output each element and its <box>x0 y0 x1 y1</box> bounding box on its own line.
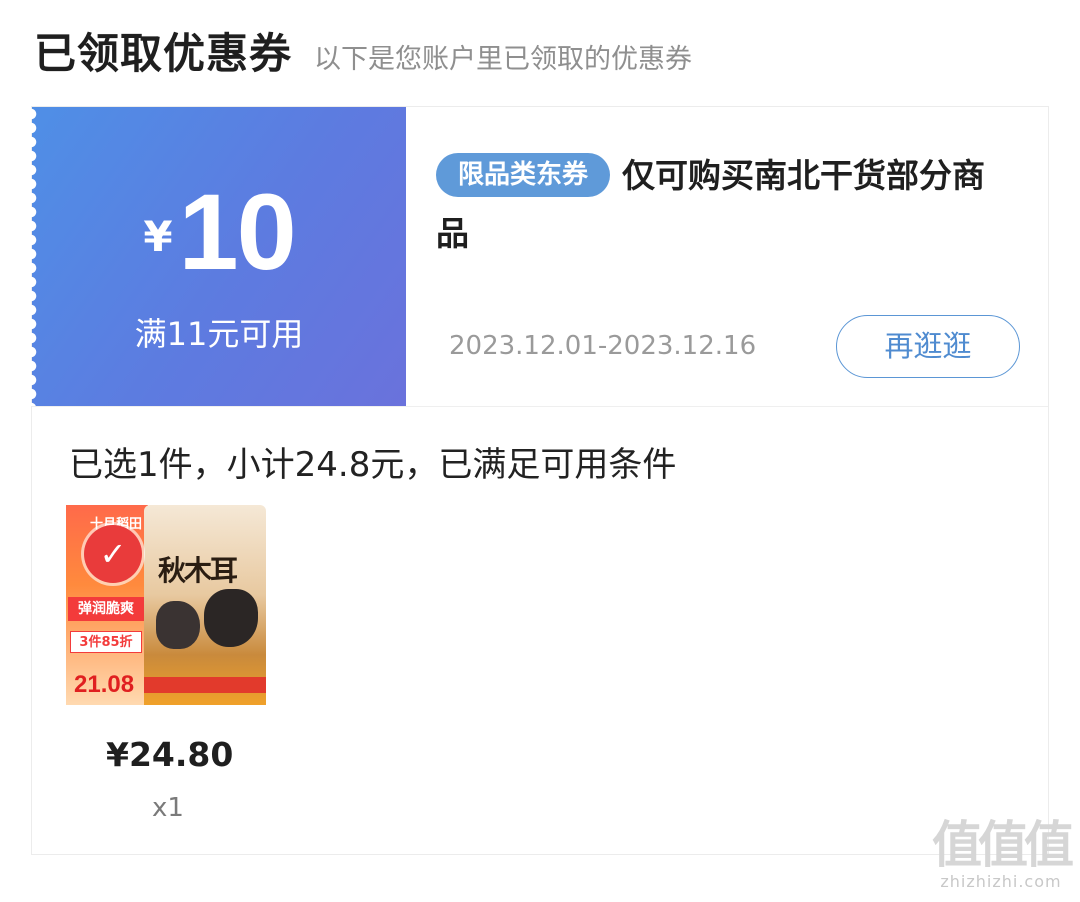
selection-summary: 已选1件，小计24.8元，已满足可用条件 <box>69 445 677 485</box>
browse-more-button[interactable]: 再逛逛 <box>836 315 1020 378</box>
coupon-validity: 2023.12.01-2023.12.16 <box>449 331 757 361</box>
watermark-logo: 值值值 <box>932 816 1074 874</box>
coupon-amount-row: ¥10 <box>32 169 406 294</box>
ad-label-discount: 3件85折 <box>70 631 142 653</box>
page-header: 已领取优惠券 以下是您账户里已领取的优惠券 <box>34 20 692 81</box>
product-package-image: 秋木耳 <box>144 505 266 705</box>
section-divider <box>32 406 1048 407</box>
product-quantity: x1 <box>152 793 184 823</box>
coupon-value-panel: ¥10 满11元可用 <box>31 107 406 406</box>
selected-check-icon[interactable]: ✓ <box>84 525 142 583</box>
coupon-category-tag: 限品类东券 <box>436 153 611 197</box>
ad-label-primary: 弹润脆爽 <box>68 597 144 621</box>
coupon-threshold: 满11元可用 <box>134 315 304 353</box>
coupon-description-block: 限品类东券 仅可购买南北干货部分商品 <box>436 147 996 263</box>
site-watermark: 值值值 zhizhizhi.com <box>930 816 1074 891</box>
fungus-image-piece <box>156 601 200 649</box>
pack-name: 秋木耳 <box>158 554 238 587</box>
coupon-card: ¥10 满11元可用 限品类东券 仅可购买南北干货部分商品 2023.12.01-… <box>31 106 1049 855</box>
watermark-url: zhizhizhi.com <box>940 872 1062 891</box>
coupon-info-panel: 限品类东券 仅可购买南北干货部分商品 2023.12.01-2023.12.16 … <box>406 107 1048 406</box>
page-subtitle: 以下是您账户里已领取的优惠券 <box>314 44 693 75</box>
coupon-amount: 10 <box>178 171 297 292</box>
fungus-image-piece <box>204 589 258 647</box>
pack-band <box>144 677 266 693</box>
ad-price: 21.08 <box>74 671 135 698</box>
currency-symbol: ¥ <box>143 212 173 261</box>
page-title: 已领取优惠券 <box>34 29 293 78</box>
product-price: ¥24.80 <box>106 735 234 774</box>
product-thumbnail[interactable]: 十月稻田 弹润脆爽 3件85折 21.08 秋木耳 ✓ <box>66 505 266 705</box>
